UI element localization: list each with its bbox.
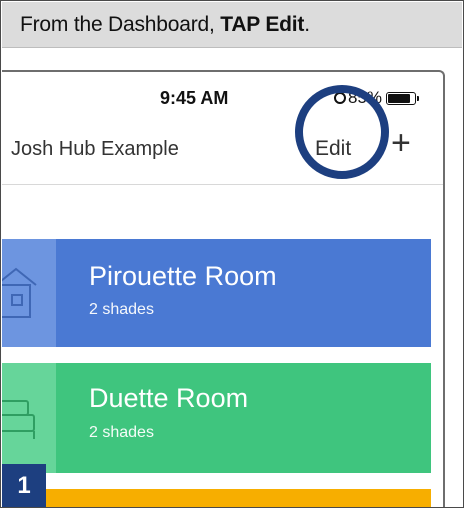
rotation-lock-icon bbox=[334, 92, 346, 104]
room-name: Duette Room bbox=[89, 383, 249, 413]
instruction-banner: From the Dashboard, TAP Edit. bbox=[2, 2, 462, 48]
room-icon-strip bbox=[2, 363, 56, 473]
hub-name: Josh Hub Example bbox=[11, 138, 179, 160]
room-shade-count: 2 shades bbox=[89, 301, 154, 318]
bed-icon bbox=[2, 400, 35, 439]
instruction-emphasis: TAP Edit bbox=[220, 12, 305, 36]
battery-icon bbox=[386, 91, 420, 105]
room-card-pirouette[interactable]: Pirouette Room 2 shades bbox=[2, 239, 431, 347]
room-icon-strip bbox=[2, 239, 56, 347]
room-card-duette[interactable]: Duette Room 2 shades bbox=[2, 363, 431, 473]
status-bar: 9:45 AM 85% bbox=[2, 72, 443, 116]
instruction-suffix: . bbox=[304, 12, 310, 36]
status-time: 9:45 AM bbox=[160, 88, 229, 108]
step-number-badge: 1 bbox=[2, 464, 46, 507]
room-name: Pirouette Room bbox=[89, 261, 277, 291]
battery-percent: 85% bbox=[348, 88, 383, 107]
room-shade-count: 2 shades bbox=[89, 424, 154, 441]
house-icon bbox=[2, 267, 37, 318]
edit-button[interactable]: Edit bbox=[315, 137, 351, 161]
tutorial-frame: From the Dashboard, TAP Edit. 9:45 AM 85… bbox=[0, 0, 464, 508]
instruction-prefix: From the Dashboard, bbox=[20, 12, 221, 36]
nav-bar: Josh Hub Example Edit + bbox=[2, 116, 443, 185]
status-indicators: 85% bbox=[334, 88, 420, 108]
phone-screen: 9:45 AM 85% Josh Hub Example Edit + Piro… bbox=[2, 70, 445, 507]
room-card-partial[interactable] bbox=[2, 489, 431, 507]
add-button[interactable]: + bbox=[391, 126, 411, 160]
